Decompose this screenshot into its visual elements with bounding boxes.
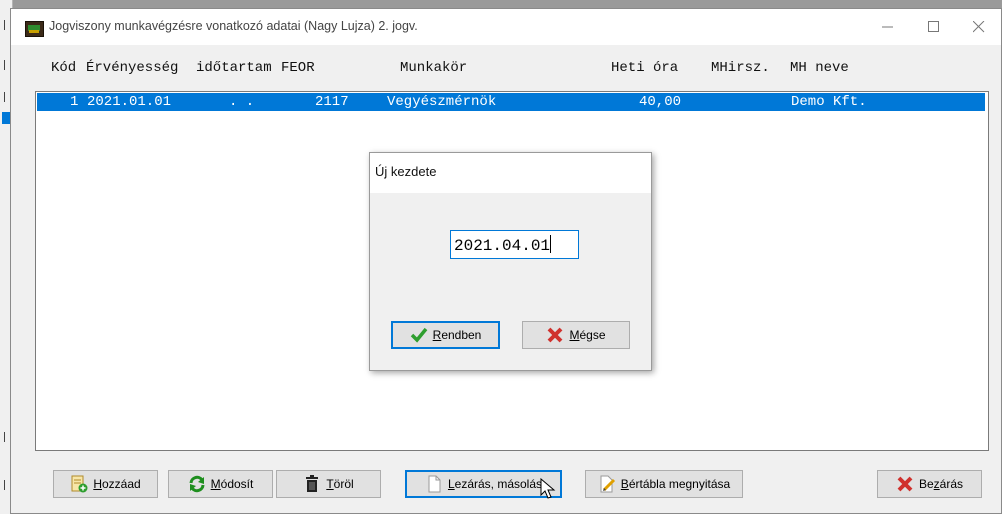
add-button[interactable]: Hozzáad <box>53 470 158 498</box>
delete-button[interactable]: Töröl <box>276 470 381 498</box>
close-copy-accel: L <box>447 477 455 491</box>
modify-accel: M <box>210 477 221 491</box>
cell-mh-neve: Demo Kft. <box>791 94 867 110</box>
open-table-label: értábla megnyitása <box>628 477 731 491</box>
modify-button[interactable]: Módosít <box>168 470 273 498</box>
ok-button[interactable]: Rendben <box>391 321 500 349</box>
checkmark-icon <box>410 326 428 344</box>
add-label: ozzáad <box>101 477 141 491</box>
close-label-pre: Be <box>918 477 934 491</box>
col-header-idotartam: időtartam <box>196 60 272 76</box>
close-label: árás <box>939 477 964 491</box>
minimize-button[interactable] <box>865 9 911 45</box>
edge-selection <box>2 112 10 124</box>
col-header-mhirsz: MHirsz. <box>711 60 770 76</box>
window-title: Jogviszony munkavégzésre vonatkozó adata… <box>49 19 418 33</box>
mouse-pointer-icon <box>540 477 556 504</box>
edit-document-icon <box>598 475 616 493</box>
app-icon <box>25 21 44 37</box>
maximize-icon <box>928 21 939 32</box>
close-window-button[interactable] <box>956 9 1002 45</box>
cell-kod: 1 <box>70 94 79 110</box>
col-header-kod: Kód <box>51 60 77 76</box>
start-date-value: 2021.04.01 <box>454 237 551 255</box>
table-row[interactable]: 1 2021.01.01 . . 2117 Vegyészmérnök 40,0… <box>37 93 985 111</box>
open-table-accel: B <box>620 477 629 491</box>
text-caret <box>550 235 552 253</box>
close-button[interactable]: Bezárás <box>877 470 982 498</box>
new-start-dialog: Új kezdete 2021.04.01 Rendben Mégse <box>369 152 652 371</box>
cell-ervenyesseg: 2021.01.01 <box>87 94 172 110</box>
modify-label: ódosít <box>220 477 254 491</box>
col-header-mh-neve: MH neve <box>790 60 849 76</box>
close-copy-label: ezárás, másolás <box>454 477 543 491</box>
close-icon <box>973 21 985 33</box>
col-header-heti-ora: Heti óra <box>611 60 679 76</box>
minimize-icon <box>882 26 893 28</box>
open-pay-table-button[interactable]: Bértábla megnyitása <box>585 470 743 498</box>
maximize-button[interactable] <box>911 9 957 45</box>
red-x-icon <box>896 475 914 493</box>
dialog-title-bar: Új kezdete <box>370 153 651 193</box>
trash-icon <box>303 475 321 493</box>
red-x-icon <box>546 326 564 344</box>
delete-accel: T <box>326 477 334 491</box>
cell-idotartam: . . <box>229 94 255 110</box>
ok-label: endben <box>441 328 482 342</box>
cancel-accel: M <box>569 328 580 342</box>
cancel-button[interactable]: Mégse <box>522 321 630 349</box>
ok-accel: R <box>432 328 442 342</box>
cell-heti-ora: 40,00 <box>639 94 682 110</box>
close-and-copy-button[interactable]: Lezárás, másolás <box>405 470 562 498</box>
add-document-icon <box>70 475 88 493</box>
add-accel: H <box>93 477 102 491</box>
col-header-feor: FEOR <box>281 60 315 76</box>
document-icon <box>425 475 443 493</box>
dialog-title: Új kezdete <box>375 164 437 179</box>
cell-feor: 2117 <box>315 94 349 110</box>
col-header-munkakor: Munkakör <box>400 60 468 76</box>
cancel-label: égse <box>579 328 606 342</box>
col-header-ervenyesseg: Érvényesség <box>86 60 179 76</box>
delete-label: öröl <box>333 477 354 491</box>
title-bar: Jogviszony munkavégzésre vonatkozó adata… <box>11 9 1001 45</box>
cell-munkakor: Vegyészmérnök <box>387 94 497 110</box>
start-date-input[interactable]: 2021.04.01 <box>450 230 579 259</box>
refresh-icon <box>188 475 206 493</box>
